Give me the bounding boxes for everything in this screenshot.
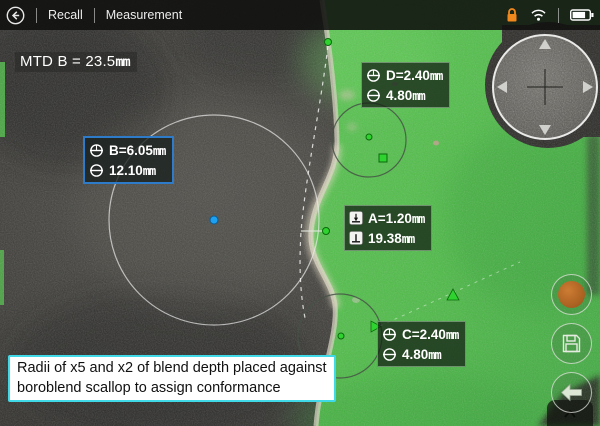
cursor-handle-d[interactable] bbox=[379, 154, 387, 162]
menu-item-recall[interactable]: Recall bbox=[48, 8, 83, 22]
measurement-value: B=6.05mm bbox=[109, 143, 165, 158]
annotation-note[interactable]: Radii of x5 and x2 of blend depth placed… bbox=[8, 355, 336, 402]
diameter-circle-icon bbox=[382, 347, 397, 362]
top-bar: Recall Measurement bbox=[0, 0, 600, 30]
borescope-measurement-screen: Recall Measurement MTD bbox=[0, 0, 600, 426]
measurement-value: 19.38mm bbox=[368, 231, 414, 246]
cursor-center-b[interactable] bbox=[210, 216, 218, 224]
measurement-value: D=2.40mm bbox=[386, 68, 442, 83]
measurement-value: 4.80mm bbox=[386, 88, 425, 103]
measurement-label-a[interactable]: A=1.20mm 19.38mm bbox=[344, 205, 432, 251]
save-floppy-icon bbox=[560, 332, 583, 355]
measurement-value: 12.10mm bbox=[109, 163, 155, 178]
annotation-line: Radii of x5 and x2 of blend depth placed… bbox=[17, 358, 327, 378]
measurement-value: 4.80mm bbox=[402, 347, 441, 362]
lock-icon bbox=[505, 7, 519, 23]
back-arrow-icon bbox=[559, 382, 584, 403]
radius-circle-icon bbox=[89, 143, 104, 158]
measurement-label-d[interactable]: D=2.40mm 4.80mm bbox=[361, 62, 450, 108]
divider bbox=[94, 8, 95, 23]
divider bbox=[558, 8, 559, 23]
cursor-center-c[interactable] bbox=[338, 333, 344, 339]
annotation-line: boroblend scallop to assign conformance bbox=[17, 378, 327, 398]
back-arrow-icon[interactable] bbox=[6, 6, 25, 25]
capture-button[interactable] bbox=[551, 274, 592, 315]
cursor-depth-point-a[interactable] bbox=[323, 228, 330, 235]
diameter-circle-icon bbox=[366, 88, 381, 103]
measurement-row: A=1.20mm bbox=[349, 208, 424, 228]
depth-arrow-icon bbox=[349, 211, 363, 225]
divider bbox=[36, 8, 37, 23]
cursor-center-d[interactable] bbox=[366, 134, 372, 140]
measurement-row: 12.10mm bbox=[89, 160, 165, 180]
save-button[interactable] bbox=[551, 323, 592, 364]
measurement-row: 19.38mm bbox=[349, 228, 424, 248]
measurement-label-c[interactable]: C=2.40mm 4.80mm bbox=[377, 321, 466, 367]
measurement-row: D=2.40mm bbox=[366, 65, 442, 85]
back-button[interactable] bbox=[551, 372, 592, 413]
mtd-unit: mm bbox=[115, 54, 129, 70]
mtd-text: MTD B = 23.5 bbox=[20, 53, 115, 70]
radius-circle-icon bbox=[366, 68, 381, 83]
depth-perp-icon bbox=[349, 231, 363, 245]
wifi-icon bbox=[530, 8, 547, 22]
measurement-value: C=2.40mm bbox=[402, 327, 458, 342]
battery-icon bbox=[570, 8, 594, 22]
measurement-row: B=6.05mm bbox=[89, 140, 165, 160]
radius-circle-icon bbox=[382, 327, 397, 342]
menu-item-measurement[interactable]: Measurement bbox=[106, 8, 182, 22]
measurement-row: C=2.40mm bbox=[382, 324, 458, 344]
measurement-row: 4.80mm bbox=[382, 344, 458, 364]
measurement-row: 4.80mm bbox=[366, 85, 442, 105]
diameter-circle-icon bbox=[89, 163, 104, 178]
cursor-edge-top[interactable] bbox=[325, 39, 332, 46]
measurement-label-b[interactable]: B=6.05mm 12.10mm bbox=[83, 136, 174, 184]
record-circle-icon bbox=[558, 281, 585, 308]
measurement-value: A=1.20mm bbox=[368, 211, 424, 226]
mtd-readout: MTD B = 23.5mm bbox=[15, 52, 137, 72]
zoom-inset-window bbox=[492, 34, 598, 140]
